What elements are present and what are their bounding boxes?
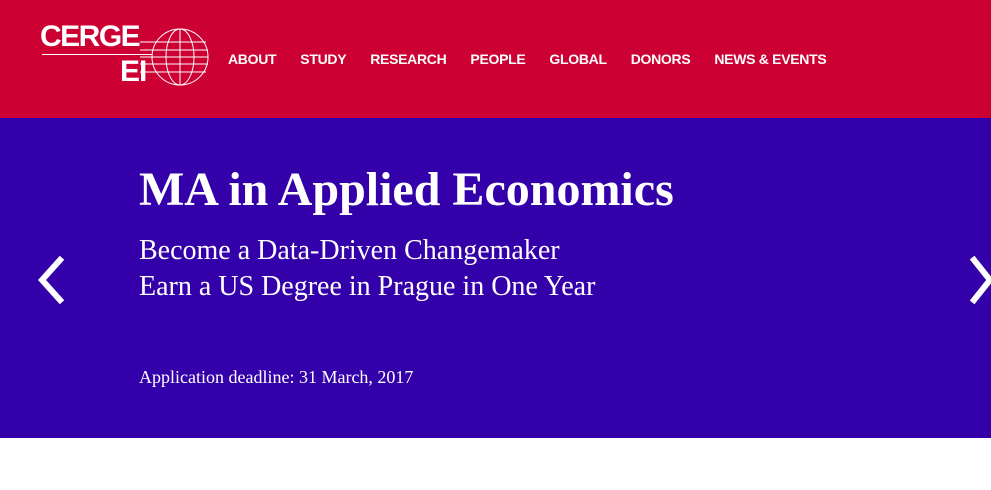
nav-study[interactable]: STUDY (300, 51, 346, 67)
nav-people[interactable]: PEOPLE (470, 51, 525, 67)
hero-title: MA in Applied Economics (139, 163, 674, 216)
nav-about[interactable]: ABOUT (228, 51, 277, 67)
nav-global[interactable]: GLOBAL (549, 51, 607, 67)
nav-news-events[interactable]: NEWS & EVENTS (714, 51, 826, 67)
hero-subtitle-line1: Become a Data-Driven Changemaker (139, 235, 560, 266)
nav-research[interactable]: RESEARCH (370, 51, 446, 67)
chevron-right-icon (969, 255, 991, 305)
nav-donors[interactable]: DONORS (631, 51, 691, 67)
application-deadline: Application deadline: 31 March, 2017 (139, 367, 414, 387)
hero-carousel: MA in Applied Economics Become a Data-Dr… (0, 118, 991, 438)
logo-text-cerge: CERGE (40, 20, 141, 53)
chevron-left-icon (37, 255, 65, 305)
logo-rule (42, 54, 152, 55)
hero-subtitle-line2: Earn a US Degree in Prague in One Year (139, 271, 596, 302)
content-area (0, 438, 991, 490)
carousel-next-button[interactable] (966, 252, 991, 308)
carousel-prev-button[interactable] (34, 252, 68, 308)
globe-icon (140, 28, 209, 86)
cerge-ei-logo[interactable]: CERGE EI (40, 22, 210, 90)
main-nav: ABOUT STUDY RESEARCH PEOPLE GLOBAL DONOR… (228, 51, 850, 67)
site-header: CERGE EI ABOUT STUDY RESEARCH PEOPLE GLO… (0, 0, 991, 118)
